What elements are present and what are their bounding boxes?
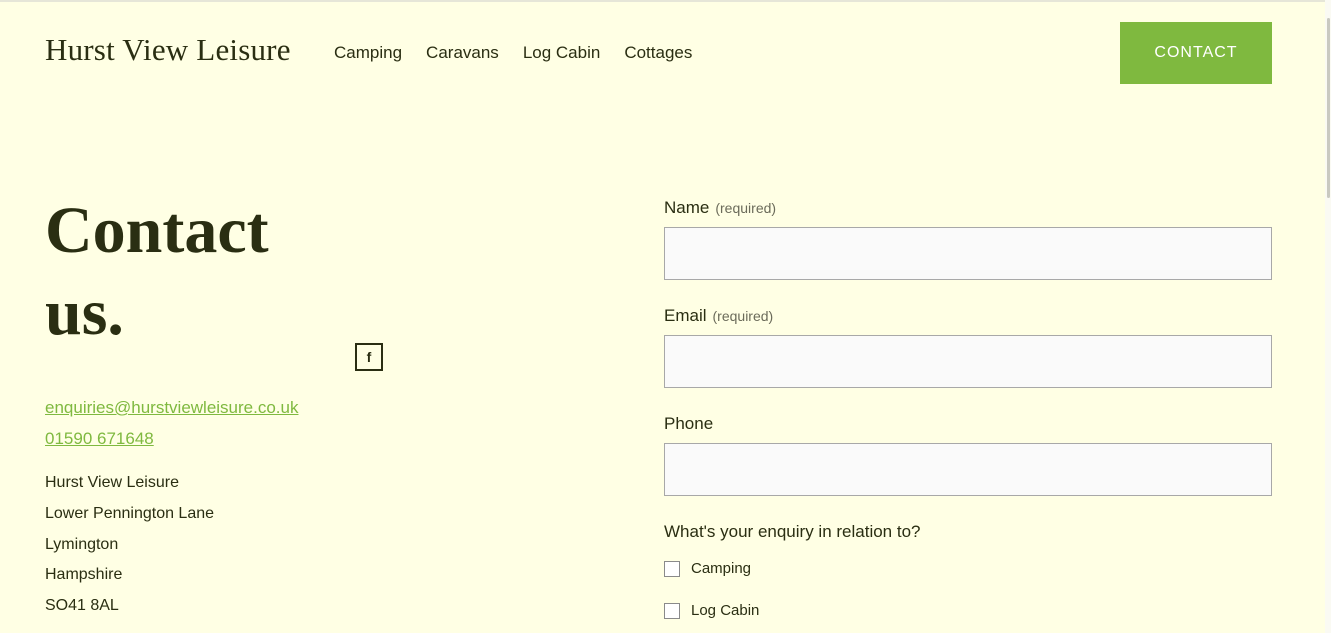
phone-input[interactable]: [664, 443, 1272, 496]
phone-field-group: Phone: [664, 414, 1272, 496]
address-line: Hampshire: [45, 566, 123, 584]
address-line: Hurst View Leisure: [45, 474, 179, 491]
enquiry-question: What's your enquiry in relation to?: [664, 522, 921, 541]
email-label: Email (required): [664, 306, 1272, 326]
address-line: Lower Pennington Lane: [45, 504, 215, 522]
name-label-text: Name: [664, 198, 710, 217]
phone-link[interactable]: 01590 671648: [45, 423, 298, 454]
option-label: Log Cabin: [691, 602, 760, 619]
name-input[interactable]: [664, 227, 1272, 280]
option-label: Camping: [691, 560, 752, 577]
page-title: Contact us.: [45, 190, 345, 354]
option-camping[interactable]: Camping: [664, 560, 1272, 577]
name-field-group: Name (required): [664, 198, 1272, 280]
name-label: Name (required): [664, 198, 1272, 218]
email-link[interactable]: enquiries@hurstviewleisure.co.uk: [45, 392, 298, 423]
option-log-cabin[interactable]: Log Cabin: [664, 602, 1272, 619]
address-block: Hurst View Leisure Lower Pennington Lane…: [45, 468, 214, 622]
required-note: (required): [712, 308, 774, 324]
email-input[interactable]: [664, 335, 1272, 388]
checkbox[interactable]: [664, 560, 680, 577]
address-line: SO41 8AL: [45, 597, 119, 615]
contact-form: Name (required) Email (required) Phone Wha…: [664, 198, 1272, 619]
nav-cottages[interactable]: Cottages: [624, 43, 692, 63]
nav-camping[interactable]: Camping: [334, 43, 402, 63]
phone-label: Phone: [664, 414, 714, 433]
contact-links: enquiries@hurstviewleisure.co.uk 01590 6…: [45, 392, 298, 454]
required-note: (required): [715, 200, 777, 216]
email-label-text: Email: [664, 306, 707, 325]
site-header: Hurst View Leisure Camping Caravans Log …: [0, 0, 1331, 110]
title-line-1: Contact: [45, 194, 269, 267]
contact-info: Contact us. f enquiries@hurstviewleisure…: [45, 190, 605, 614]
scrollbar-thumb[interactable]: [1327, 18, 1330, 198]
checkbox[interactable]: [664, 602, 680, 619]
title-line-2: us.: [45, 276, 124, 349]
scrollbar[interactable]: [1325, 0, 1331, 633]
address-line: Lymington: [45, 535, 119, 553]
nav-log-cabin[interactable]: Log Cabin: [523, 43, 601, 63]
main-nav: Camping Caravans Log Cabin Cottages: [334, 43, 692, 63]
facebook-icon[interactable]: f: [355, 343, 383, 371]
site-logo[interactable]: Hurst View Leisure: [45, 32, 291, 68]
nav-caravans[interactable]: Caravans: [426, 43, 499, 63]
email-field-group: Email (required): [664, 306, 1272, 388]
contact-button[interactable]: CONTACT: [1120, 22, 1272, 84]
